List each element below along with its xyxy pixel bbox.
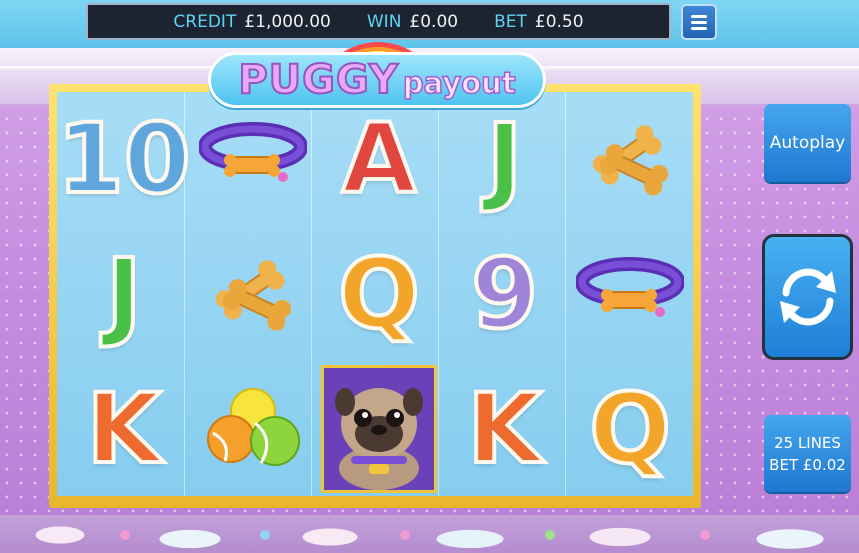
collar-icon: [576, 256, 685, 317]
autoplay-button[interactable]: Autoplay: [764, 104, 851, 182]
symbol-king: K: [85, 372, 163, 485]
credit-label: CREDIT: [173, 11, 237, 32]
spin-arrows-icon: [779, 268, 836, 326]
dog-bones-icon: [216, 260, 292, 331]
bet-label: BET: [494, 11, 527, 32]
symbol-jack: J: [485, 103, 525, 216]
reel-cell: J: [57, 227, 191, 362]
credit-value: £1,000.00: [244, 11, 331, 32]
pug-wild-symbol: [320, 364, 437, 493]
logo-subtitle: payout: [402, 65, 516, 101]
bet-stat: BET £0.50: [494, 12, 583, 32]
symbol-queen: Q: [587, 372, 673, 485]
decor-dot: [545, 530, 555, 540]
bet-value: £0.50: [534, 11, 584, 32]
reel-cell: [316, 361, 442, 496]
credit-stat: CREDIT £1,000.00: [173, 12, 330, 32]
bet-per-line-label: BET £0.02: [769, 455, 846, 474]
lines-label: 25 LINES: [774, 433, 841, 452]
reel-cell: [191, 92, 317, 227]
reel-cell: 10: [55, 92, 193, 227]
logo-title: PUGGY: [237, 56, 399, 104]
menu-button[interactable]: [681, 4, 717, 40]
reel-cell: [567, 227, 693, 362]
reel-divider: [565, 92, 566, 496]
reel-cell: K: [57, 361, 191, 496]
symbol-nine: 9: [469, 237, 540, 350]
decor-dot: [260, 530, 270, 540]
dog-bones-icon: [593, 125, 669, 196]
spin-button[interactable]: [762, 234, 853, 360]
hamburger-menu-icon: [691, 15, 707, 18]
hamburger-menu-icon-bar: [691, 21, 707, 24]
reel-cell: 9: [442, 227, 568, 362]
pug-icon: [334, 387, 423, 490]
hud-panel: CREDIT £1,000.00 WIN £0.00 BET £0.50: [86, 3, 671, 40]
decor-dot: [120, 530, 130, 540]
collar-icon: [199, 122, 308, 183]
win-stat: WIN £0.00: [367, 12, 458, 32]
reel-cell: [191, 361, 317, 496]
symbol-ten: 10: [55, 103, 193, 216]
symbol-jack: J: [104, 237, 144, 350]
reel-divider: [311, 92, 312, 496]
reel-cell: K: [442, 361, 568, 496]
reel-cell: A: [316, 92, 442, 227]
lines-bet-button[interactable]: 25 LINES BET £0.02: [764, 415, 851, 492]
reel-cell: [191, 227, 317, 362]
reel-cell: [567, 92, 693, 227]
reel-cell: Q: [316, 227, 442, 362]
win-value: £0.00: [409, 11, 459, 32]
symbol-king: K: [465, 372, 543, 485]
reel-grid: 10 A J J Q 9 K K Q: [55, 92, 693, 496]
game-logo: PUGGY payout: [208, 52, 546, 108]
hamburger-menu-icon-bar: [691, 27, 707, 30]
decor-dot: [700, 530, 710, 540]
symbol-queen: Q: [336, 237, 422, 350]
reel-divider: [184, 92, 185, 496]
reel-divider: [438, 92, 439, 496]
tennis-balls-icon: [207, 387, 301, 466]
reel-cell: J: [442, 92, 568, 227]
reel-cell: Q: [567, 361, 693, 496]
decor-dot: [400, 530, 410, 540]
win-label: WIN: [366, 11, 402, 32]
symbol-ace: A: [340, 103, 418, 216]
